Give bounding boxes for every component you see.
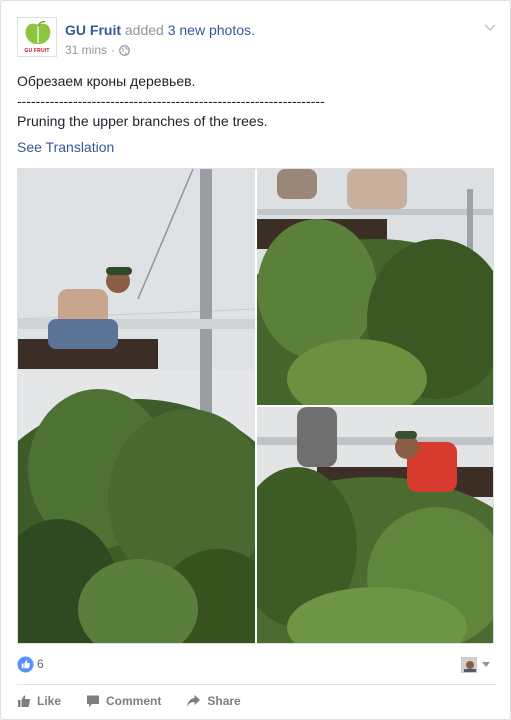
- post-headline: GU Fruit added 3 new photos.: [65, 21, 255, 39]
- like-count[interactable]: 6: [37, 657, 44, 671]
- timestamp-link[interactable]: 31 mins: [65, 42, 107, 58]
- actor-selector[interactable]: [461, 657, 490, 673]
- photo-worker-on-ladder[interactable]: [18, 169, 255, 643]
- photo-worker-red-shirt[interactable]: [257, 407, 493, 643]
- comment-bubble-icon: [87, 695, 100, 707]
- message-line-dashes: ----------------------------------------…: [17, 93, 325, 109]
- photos-link[interactable]: 3 new photos.: [168, 22, 255, 38]
- action-text: added: [124, 22, 164, 38]
- globe-icon[interactable]: [119, 44, 130, 56]
- like-label: Like: [37, 694, 62, 708]
- caret-down-icon: [482, 662, 490, 667]
- share-button[interactable]: Share: [186, 689, 241, 713]
- photo-workers-on-platform[interactable]: [257, 169, 493, 405]
- message-line-english: Pruning the upper branches of the trees.: [17, 113, 268, 129]
- see-translation-link[interactable]: See Translation: [17, 139, 114, 155]
- actor-avatar: [461, 657, 477, 673]
- post-card: GU FRUIT GU Fruit added 3 new photos. 31…: [0, 0, 511, 720]
- post-subline: 31 mins ·: [65, 42, 255, 58]
- photo-grid: [17, 168, 494, 644]
- like-button[interactable]: Like: [17, 689, 61, 713]
- page-avatar[interactable]: GU FRUIT: [17, 17, 57, 57]
- actions-divider: [17, 684, 496, 685]
- page-name-link[interactable]: GU Fruit: [65, 22, 121, 38]
- comment-label: Comment: [106, 694, 162, 708]
- like-reaction-icon[interactable]: [17, 656, 34, 673]
- post-message: Обрезаем кроны деревьев. ---------------…: [17, 71, 496, 131]
- chevron-down-icon[interactable]: [482, 19, 498, 35]
- comment-button[interactable]: Comment: [86, 689, 161, 713]
- actions-bar: Like Comment Share: [17, 689, 496, 713]
- reactions-bar: 6: [17, 653, 496, 677]
- message-line-russian: Обрезаем кроны деревьев.: [17, 73, 196, 89]
- thumbs-up-icon: [18, 695, 31, 707]
- share-label: Share: [207, 694, 241, 708]
- share-arrow-icon: [187, 695, 201, 707]
- post-meta: GU Fruit added 3 new photos. 31 mins ·: [65, 21, 255, 58]
- separator-dot: ·: [111, 43, 116, 57]
- post-header: GU FRUIT GU Fruit added 3 new photos. 31…: [17, 17, 496, 65]
- user-photo-icon: [462, 658, 476, 672]
- logo-text: GU FRUIT: [24, 48, 50, 54]
